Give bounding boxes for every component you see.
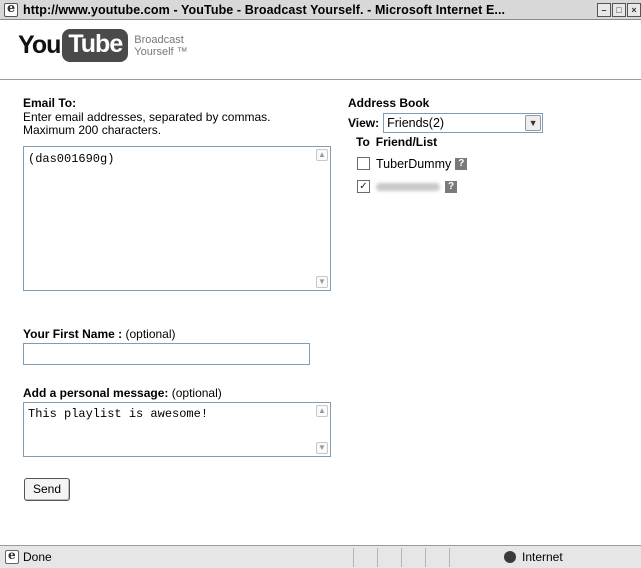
view-label: View: [348,116,380,130]
window-titlebar: http://www.youtube.com - YouTube - Broad… [0,0,641,20]
scroll-down-icon[interactable]: ▼ [316,276,328,288]
youtube-logo[interactable]: You Tube Broadcast Yourself ™ [18,29,188,62]
globe-icon [504,551,516,563]
contact-name: TuberDummy [376,156,452,171]
message-scrollbar[interactable]: ▲ ▼ [314,403,330,456]
email-section: Email To: Enter email addresses, separat… [23,96,323,137]
email-help-text: Enter email addresses, separated by comm… [23,111,323,137]
logo-tube-text: Tube [62,29,129,62]
share-form: Email To: Enter email addresses, separat… [0,81,641,545]
message-label-text: Add a personal message: [23,386,169,400]
chevron-down-icon[interactable]: ▼ [525,115,542,131]
maximize-icon[interactable]: □ [612,2,626,17]
col-to: To [356,135,370,149]
window-title: http://www.youtube.com - YouTube - Broad… [23,2,506,17]
tagline-line-2: Yourself ™ [134,45,188,58]
logo-you-text: You [18,31,61,59]
scroll-up-icon[interactable]: ▲ [316,149,328,161]
first-name-optional: (optional) [122,327,176,341]
window-controls: – □ × [597,2,641,17]
email-to-label: Email To: [23,96,77,110]
status-segment [377,547,401,567]
help-icon[interactable]: ? [455,157,468,170]
minimize-icon[interactable]: – [597,2,611,17]
address-book: Address Book View: Friends(2) ▼ To Frien… [348,96,568,196]
email-scrollbar[interactable]: ▲ ▼ [314,147,330,290]
logo-tagline: Broadcast Yourself ™ [134,34,187,58]
email-help-line-2: Maximum 200 characters. [23,123,162,137]
contact-row: TuberDummy ? [357,154,568,173]
contact-checkbox-checked[interactable]: ✓ [357,180,370,193]
tagline-line-1: Broadcast [134,33,184,46]
zone-text: Internet [522,550,563,564]
first-name-input[interactable] [23,343,310,365]
contact-row: ✓ ? [357,177,568,196]
view-select-value: Friends(2) [387,116,445,130]
close-icon[interactable]: × [627,2,641,17]
first-name-label: Your First Name : (optional) [23,327,176,341]
email-to-value: (das001690g) [28,152,115,166]
email-to-textarea[interactable]: (das001690g) ▲ ▼ [23,146,331,291]
view-select[interactable]: Friends(2) ▼ [383,113,544,133]
status-segment [353,547,377,567]
email-help-line-1: Enter email addresses, separated by comm… [23,110,271,124]
message-optional: (optional) [168,386,222,400]
scroll-up-icon[interactable]: ▲ [316,405,328,417]
first-name-label-text: Your First Name : [23,327,123,341]
page-status-icon [5,548,19,564]
contact-checkbox[interactable] [357,157,370,170]
status-text: Done [23,550,52,564]
message-textarea[interactable]: This playlist is awesome! ▲ ▼ [23,402,331,457]
send-button[interactable]: Send [24,478,70,501]
status-segment [401,547,425,567]
page-header: You Tube Broadcast Yourself ™ [0,20,641,80]
status-bar: Done Internet [0,545,641,568]
address-book-title: Address Book [348,96,430,110]
message-value: This playlist is awesome! [28,407,209,421]
status-segment [425,547,449,567]
contact-name-blurred [376,182,440,191]
security-zone: Internet [449,547,563,567]
address-book-view: View: Friends(2) ▼ [348,113,568,133]
col-friend-list: Friend/List [375,135,438,149]
scroll-down-icon[interactable]: ▼ [316,442,328,454]
address-book-header: To Friend/List [356,135,568,149]
message-label: Add a personal message: (optional) [23,386,222,400]
internet-explorer-icon [4,1,18,17]
help-icon[interactable]: ? [445,180,457,193]
